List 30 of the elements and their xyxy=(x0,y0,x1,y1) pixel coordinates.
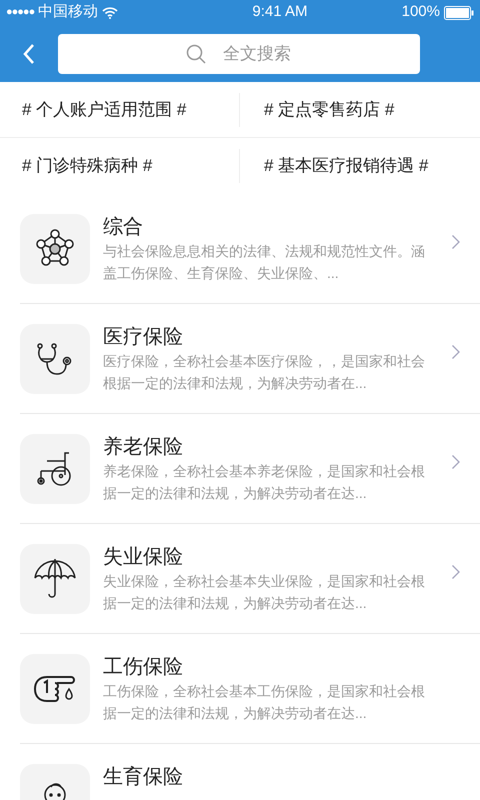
category-item[interactable]: 养老保险 养老保险，全称社会基本养老保险，是国家和社会根据一定的法律和法规，为解决劳动者在达... xyxy=(0,414,480,524)
category-title: 失业保险 xyxy=(103,545,184,570)
topic-tag[interactable]: # 个人账户适用范围 # xyxy=(22,96,186,122)
category-item[interactable]: 生育保险 xyxy=(0,744,480,800)
category-description: 失业保险，全称社会基本失业保险，是国家和社会根据一定的法律和法规，为解决劳动者在达... xyxy=(103,572,426,613)
search-field[interactable]: 全文搜索 xyxy=(58,34,420,74)
category-title: 综合 xyxy=(103,215,144,240)
signal-indicator: ●●●●● xyxy=(6,5,34,20)
back-icon xyxy=(22,42,36,64)
category-item[interactable]: 失业保险 失业保险，全称社会基本失业保险，是国家和社会根据一定的法律和法规，为解决劳动者在达... xyxy=(0,524,480,634)
category-description: 医疗保险，全称社会基本医疗保险，，是国家和社会根据一定的法律和法规，为解决劳动者在... xyxy=(103,352,426,393)
category-description: 工伤保险，全称社会基本工伤保险，是国家和社会根据一定的法律和法规，为解决劳动者在达... xyxy=(103,682,426,723)
category-description: 与社会保险息息相关的法律、法规和规范性文件。涵盖工伤保险、生育保险、失业保险、... xyxy=(103,242,426,283)
topic-tag[interactable]: # 定点零售药店 # xyxy=(264,96,394,122)
carrier-name: 中国移动 xyxy=(38,2,98,22)
category-description: 养老保险，全称社会基本养老保险，是国家和社会根据一定的法律和法规，为解决劳动者在达... xyxy=(103,462,426,503)
battery-percentage: 100% xyxy=(402,2,440,22)
category-item[interactable]: 工伤保险 工伤保险，全称社会基本工伤保险，是国家和社会根据一定的法律和法规，为解决劳动者在达... xyxy=(0,634,480,744)
battery-icon xyxy=(444,6,474,20)
search-icon xyxy=(186,44,206,64)
topic-tag[interactable]: # 门诊特殊病种 # xyxy=(22,153,152,179)
category-title: 养老保险 xyxy=(103,435,184,460)
topic-tag[interactable]: # 基本医疗报销待遇 # xyxy=(264,153,428,179)
category-item[interactable]: 医疗保险 医疗保险，全称社会基本医疗保险，，是国家和社会根据一定的法律和法规，为解决劳动者在... xyxy=(0,304,480,414)
category-title: 工伤保险 xyxy=(103,655,184,680)
category-item[interactable]: 综合 与社会保险息息相关的法律、法规和规范性文件。涵盖工伤保险、生育保险、失业保险、... xyxy=(0,194,480,304)
clock-time: 9:41 AM xyxy=(252,2,308,22)
category-title: 医疗保险 xyxy=(103,325,184,350)
wifi-icon xyxy=(102,6,118,18)
category-title: 生育保险 xyxy=(103,765,184,790)
